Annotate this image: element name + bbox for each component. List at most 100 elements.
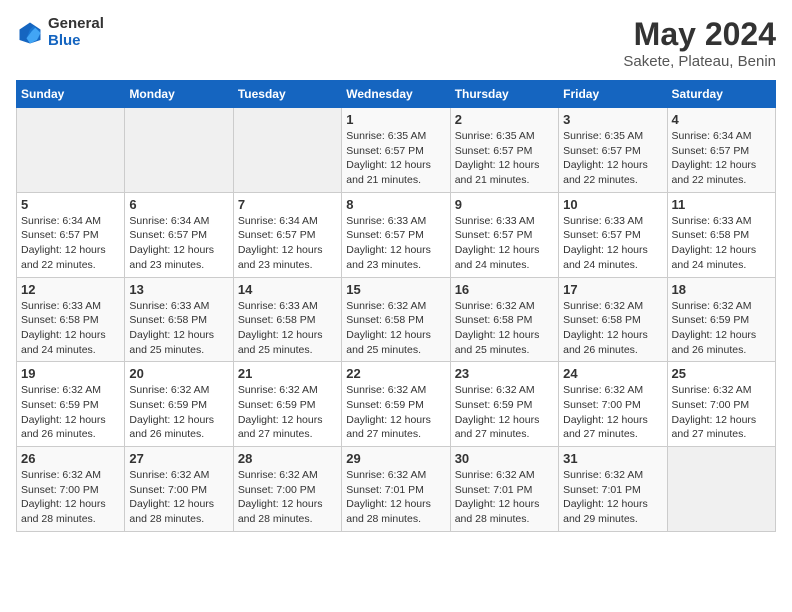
day-info: Sunrise: 6:34 AM Sunset: 6:57 PM Dayligh… [238,214,337,273]
day-info: Sunrise: 6:32 AM Sunset: 7:00 PM Dayligh… [238,468,337,527]
day-info: Sunrise: 6:35 AM Sunset: 6:57 PM Dayligh… [346,129,445,188]
day-info: Sunrise: 6:32 AM Sunset: 7:01 PM Dayligh… [563,468,662,527]
day-number: 10 [563,197,662,212]
day-info: Sunrise: 6:34 AM Sunset: 6:57 PM Dayligh… [672,129,771,188]
day-number: 4 [672,112,771,127]
day-info: Sunrise: 6:34 AM Sunset: 6:57 PM Dayligh… [21,214,120,273]
calendar-cell: 6 Sunrise: 6:34 AM Sunset: 6:57 PM Daylig… [125,192,233,277]
day-number: 22 [346,366,445,381]
logo: General Blue [16,16,104,49]
day-info: Sunrise: 6:33 AM Sunset: 6:58 PM Dayligh… [238,299,337,358]
calendar-cell: 11 Sunrise: 6:33 AM Sunset: 6:58 PM Dayli… [667,192,775,277]
day-info: Sunrise: 6:32 AM Sunset: 6:59 PM Dayligh… [129,383,228,442]
day-number: 30 [455,451,554,466]
calendar-cell: 17Sunrise: 6:32 AM Sunset: 6:58 PM Dayli… [559,277,667,362]
calendar-cell: 15Sunrise: 6:32 AM Sunset: 6:58 PM Dayli… [342,277,450,362]
day-number: 16 [455,282,554,297]
day-number: 3 [563,112,662,127]
calendar-week-5: 26Sunrise: 6:32 AM Sunset: 7:00 PM Dayli… [17,447,776,532]
day-info: Sunrise: 6:33 AM Sunset: 6:57 PM Dayligh… [455,214,554,273]
day-info: Sunrise: 6:32 AM Sunset: 6:59 PM Dayligh… [238,383,337,442]
day-number: 27 [129,451,228,466]
subtitle: Sakete, Plateau, Benin [623,53,776,70]
day-number: 9 [455,197,554,212]
day-number: 25 [672,366,771,381]
calendar-cell: 2Sunrise: 6:35 AM Sunset: 6:57 PM Daylig… [450,108,558,193]
day-info: Sunrise: 6:32 AM Sunset: 7:00 PM Dayligh… [563,383,662,442]
day-number: 11 [672,197,771,212]
calendar-cell: 18 Sunrise: 6:32 AM Sunset: 6:59 PM Dayli… [667,277,775,362]
calendar-cell: 24 Sunrise: 6:32 AM Sunset: 7:00 PM Dayli… [559,362,667,447]
calendar-cell: 14 Sunrise: 6:33 AM Sunset: 6:58 PM Dayli… [233,277,341,362]
day-number: 1 [346,112,445,127]
day-number: 6 [129,197,228,212]
calendar-cell: 22 Sunrise: 6:32 AM Sunset: 6:59 PM Dayli… [342,362,450,447]
calendar-cell: 28Sunrise: 6:32 AM Sunset: 7:00 PM Dayli… [233,447,341,532]
calendar-cell: 1 Sunrise: 6:35 AM Sunset: 6:57 PM Daylig… [342,108,450,193]
logo-icon [16,19,44,47]
calendar-week-2: 5Sunrise: 6:34 AM Sunset: 6:57 PM Daylig… [17,192,776,277]
day-info: Sunrise: 6:32 AM Sunset: 7:01 PM Dayligh… [455,468,554,527]
day-info: Sunrise: 6:33 AM Sunset: 6:58 PM Dayligh… [672,214,771,273]
header-tuesday: Tuesday [233,81,341,108]
header-row: Sunday Monday Tuesday Wednesday Thursday… [17,81,776,108]
day-info: Sunrise: 6:32 AM Sunset: 7:01 PM Dayligh… [346,468,445,527]
header-wednesday: Wednesday [342,81,450,108]
day-number: 7 [238,197,337,212]
day-info: Sunrise: 6:33 AM Sunset: 6:58 PM Dayligh… [129,299,228,358]
header-monday: Monday [125,81,233,108]
day-info: Sunrise: 6:32 AM Sunset: 7:00 PM Dayligh… [129,468,228,527]
day-number: 13 [129,282,228,297]
day-number: 14 [238,282,337,297]
logo-general-text: General [48,16,104,33]
calendar-cell: 26Sunrise: 6:32 AM Sunset: 7:00 PM Dayli… [17,447,125,532]
day-info: Sunrise: 6:32 AM Sunset: 6:59 PM Dayligh… [672,299,771,358]
day-number: 24 [563,366,662,381]
title-area: May 2024 Sakete, Plateau, Benin [623,16,776,70]
calendar-cell: 9 Sunrise: 6:33 AM Sunset: 6:57 PM Daylig… [450,192,558,277]
calendar-cell: 20 Sunrise: 6:32 AM Sunset: 6:59 PM Dayli… [125,362,233,447]
header: General Blue May 2024 Sakete, Plateau, B… [16,16,776,70]
day-info: Sunrise: 6:33 AM Sunset: 6:58 PM Dayligh… [21,299,120,358]
day-info: Sunrise: 6:32 AM Sunset: 7:00 PM Dayligh… [672,383,771,442]
calendar-cell [233,108,341,193]
day-info: Sunrise: 6:32 AM Sunset: 6:58 PM Dayligh… [346,299,445,358]
header-thursday: Thursday [450,81,558,108]
calendar-cell: 5Sunrise: 6:34 AM Sunset: 6:57 PM Daylig… [17,192,125,277]
calendar-cell: 21 Sunrise: 6:32 AM Sunset: 6:59 PM Dayli… [233,362,341,447]
day-info: Sunrise: 6:32 AM Sunset: 6:59 PM Dayligh… [455,383,554,442]
day-info: Sunrise: 6:32 AM Sunset: 6:59 PM Dayligh… [346,383,445,442]
calendar-table: Sunday Monday Tuesday Wednesday Thursday… [16,80,776,532]
day-info: Sunrise: 6:32 AM Sunset: 7:00 PM Dayligh… [21,468,120,527]
day-number: 21 [238,366,337,381]
day-number: 20 [129,366,228,381]
calendar-cell [17,108,125,193]
header-friday: Friday [559,81,667,108]
calendar-cell: 8Sunrise: 6:33 AM Sunset: 6:57 PM Daylig… [342,192,450,277]
day-info: Sunrise: 6:32 AM Sunset: 6:59 PM Dayligh… [21,383,120,442]
logo-text: General Blue [48,16,104,49]
day-info: Sunrise: 6:33 AM Sunset: 6:57 PM Dayligh… [346,214,445,273]
calendar-week-3: 12 Sunrise: 6:33 AM Sunset: 6:58 PM Dayli… [17,277,776,362]
calendar-cell: 25 Sunrise: 6:32 AM Sunset: 7:00 PM Dayli… [667,362,775,447]
day-number: 12 [21,282,120,297]
calendar-cell: 19Sunrise: 6:32 AM Sunset: 6:59 PM Dayli… [17,362,125,447]
day-number: 18 [672,282,771,297]
day-info: Sunrise: 6:33 AM Sunset: 6:57 PM Dayligh… [563,214,662,273]
day-info: Sunrise: 6:32 AM Sunset: 6:58 PM Dayligh… [455,299,554,358]
calendar-week-4: 19Sunrise: 6:32 AM Sunset: 6:59 PM Dayli… [17,362,776,447]
calendar-cell: 7 Sunrise: 6:34 AM Sunset: 6:57 PM Daylig… [233,192,341,277]
calendar-cell: 4 Sunrise: 6:34 AM Sunset: 6:57 PM Daylig… [667,108,775,193]
calendar-cell: 3Sunrise: 6:35 AM Sunset: 6:57 PM Daylig… [559,108,667,193]
day-number: 23 [455,366,554,381]
day-info: Sunrise: 6:32 AM Sunset: 6:58 PM Dayligh… [563,299,662,358]
calendar-body: 1 Sunrise: 6:35 AM Sunset: 6:57 PM Daylig… [17,108,776,532]
calendar-header: Sunday Monday Tuesday Wednesday Thursday… [17,81,776,108]
header-sunday: Sunday [17,81,125,108]
calendar-cell: 16 Sunrise: 6:32 AM Sunset: 6:58 PM Dayli… [450,277,558,362]
day-number: 29 [346,451,445,466]
day-info: Sunrise: 6:34 AM Sunset: 6:57 PM Dayligh… [129,214,228,273]
day-number: 31 [563,451,662,466]
calendar-cell: 10 Sunrise: 6:33 AM Sunset: 6:57 PM Dayli… [559,192,667,277]
main-title: May 2024 [623,16,776,53]
